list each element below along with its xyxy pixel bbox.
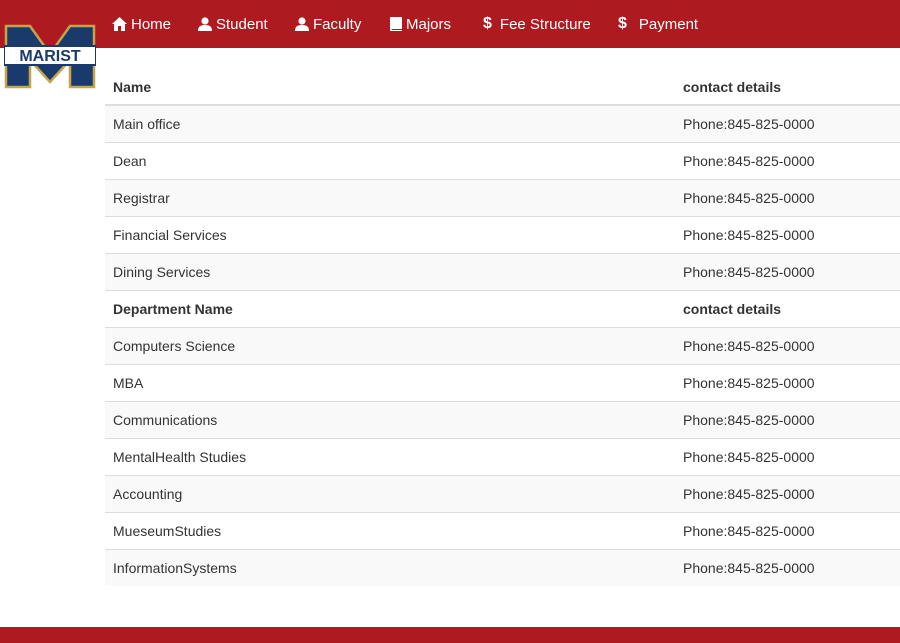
table-row: Dean Phone:845-825-0000: [105, 141, 900, 179]
top-navbar: Home Student Faculty Majors $ Fee Struct…: [0, 0, 900, 48]
table-row: MueseumStudies Phone:845-825-0000: [105, 511, 900, 549]
department-name: Communications: [105, 400, 675, 438]
department-phone: Phone:845-825-0000: [675, 511, 900, 549]
department-phone: Phone:845-825-0000: [675, 400, 900, 438]
office-phone: Phone:845-825-0000: [675, 215, 900, 253]
column-header-name: Name: [105, 69, 675, 106]
office-name: Dean: [105, 141, 675, 179]
table-row: InformationSystems Phone:845-825-0000: [105, 548, 900, 586]
column-header-department-name: Department Name: [105, 289, 675, 327]
table-row: Accounting Phone:845-825-0000: [105, 474, 900, 512]
column-header-department-contact: contact details: [675, 289, 900, 327]
column-header-contact: contact details: [675, 69, 900, 106]
logo-text: MARIST: [19, 48, 81, 65]
department-name: Computers Science: [105, 326, 675, 364]
table-row: MentalHealth Studies Phone:845-825-0000: [105, 437, 900, 475]
department-header-row: Department Name contact details: [105, 289, 900, 327]
nav-payment[interactable]: $ Payment: [618, 0, 698, 48]
office-name: Registrar: [105, 178, 675, 216]
department-name: Accounting: [105, 474, 675, 512]
department-name: MentalHealth Studies: [105, 437, 675, 475]
table-row: Communications Phone:845-825-0000: [105, 400, 900, 438]
table-row: Main office Phone:845-825-0000: [105, 104, 900, 142]
nav-home[interactable]: Home: [112, 0, 171, 48]
table-row: Registrar Phone:845-825-0000: [105, 178, 900, 216]
office-name: Main office: [105, 104, 675, 142]
nav-faculty-label: Faculty: [313, 15, 362, 33]
table-row: Financial Services Phone:845-825-0000: [105, 215, 900, 253]
table-row: Dining Services Phone:845-825-0000: [105, 252, 900, 290]
table-row: MBA Phone:845-825-0000: [105, 363, 900, 401]
department-name: MueseumStudies: [105, 511, 675, 549]
department-phone: Phone:845-825-0000: [675, 363, 900, 401]
user-icon: [295, 17, 309, 31]
marist-logo[interactable]: MARIST: [3, 24, 97, 89]
nav-student[interactable]: Student: [198, 0, 268, 48]
dollar-icon: $: [618, 15, 627, 32]
department-name: InformationSystems: [105, 548, 675, 586]
home-icon: [112, 17, 127, 31]
book-icon: [390, 17, 402, 31]
nav-home-label: Home: [131, 15, 172, 33]
contacts-table: Name contact details Main office Phone:8…: [105, 69, 900, 586]
table-row: Computers Science Phone:845-825-0000: [105, 326, 900, 364]
table-header-row: Name contact details: [105, 69, 900, 106]
nav-fee-structure[interactable]: $ Fee Structure: [483, 0, 591, 48]
office-phone: Phone:845-825-0000: [675, 178, 900, 216]
department-phone: Phone:845-825-0000: [675, 437, 900, 475]
nav-majors[interactable]: Majors: [390, 0, 451, 48]
department-name: MBA: [105, 363, 675, 401]
user-icon: [198, 17, 212, 31]
nav-faculty[interactable]: Faculty: [295, 0, 361, 48]
nav-payment-label: Payment: [638, 15, 699, 33]
office-phone: Phone:845-825-0000: [675, 104, 900, 142]
department-phone: Phone:845-825-0000: [675, 326, 900, 364]
department-phone: Phone:845-825-0000: [675, 548, 900, 586]
office-name: Financial Services: [105, 215, 675, 253]
footer-bar: [0, 627, 900, 643]
dollar-icon: $: [483, 15, 492, 32]
office-phone: Phone:845-825-0000: [675, 141, 900, 179]
office-phone: Phone:845-825-0000: [675, 252, 900, 290]
office-name: Dining Services: [105, 252, 675, 290]
contacts-content: Name contact details Main office Phone:8…: [105, 69, 900, 586]
nav-student-label: Student: [216, 15, 268, 33]
department-phone: Phone:845-825-0000: [675, 474, 900, 512]
nav-fee-structure-label: Fee Structure: [499, 15, 591, 33]
nav-majors-label: Majors: [406, 15, 452, 33]
